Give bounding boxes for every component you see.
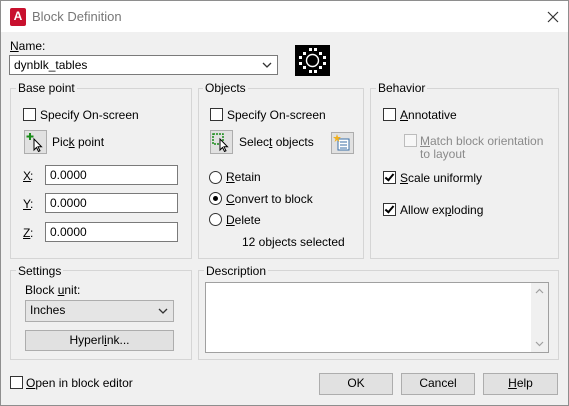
- name-label: Name:: [10, 39, 46, 53]
- match-orientation-label: Match block orientation: [420, 134, 544, 148]
- ok-button[interactable]: OK: [319, 373, 393, 395]
- block-definition-dialog: A Block Definition Name: dynblk_tables B…: [0, 0, 569, 406]
- block-unit-value: Inches: [30, 303, 66, 317]
- name-value: dynblk_tables: [14, 58, 88, 72]
- z-colon: :: [30, 226, 34, 240]
- chevron-down-icon: [262, 62, 272, 68]
- window-title: Block Definition: [32, 9, 122, 24]
- description-scrollbar[interactable]: [531, 283, 548, 352]
- base-point-specify-onscreen-checkbox[interactable]: [23, 108, 36, 121]
- x-colon: :: [30, 169, 34, 183]
- scroll-up-icon: [535, 288, 544, 294]
- autocad-app-icon: A: [10, 8, 26, 26]
- retain-label: Retain: [226, 170, 261, 184]
- objects-selected-count: 12 objects selected: [242, 235, 345, 249]
- description-textarea[interactable]: [205, 282, 549, 353]
- open-in-block-editor-label: Open in block editor: [26, 376, 133, 390]
- title-bar: A Block Definition: [1, 1, 568, 32]
- select-objects-label: Select objects: [239, 135, 314, 149]
- annotative-checkbox[interactable]: [383, 108, 396, 121]
- cancel-button[interactable]: Cancel: [401, 373, 475, 395]
- allow-exploding-label: Allow exploding: [400, 203, 484, 217]
- quick-select-button[interactable]: [331, 132, 354, 154]
- block-unit-dropdown[interactable]: Inches: [25, 300, 174, 322]
- y-input[interactable]: 0.0000: [45, 193, 178, 213]
- z-input[interactable]: 0.0000: [45, 222, 178, 242]
- delete-label: Delete: [226, 213, 261, 227]
- quick-select-icon: [333, 134, 350, 151]
- x-input[interactable]: 0.0000: [45, 165, 178, 185]
- close-button[interactable]: [541, 7, 565, 27]
- annotative-label: Annotative: [400, 108, 457, 122]
- pick-point-button[interactable]: [24, 130, 47, 154]
- block-unit-label: Block unit:: [25, 283, 81, 297]
- match-orientation-label-line2: to layout: [420, 147, 466, 161]
- convert-to-block-label: Convert to block: [226, 192, 313, 206]
- settings-title: Settings: [16, 264, 64, 278]
- match-orientation-checkbox[interactable]: [404, 134, 417, 147]
- behavior-title: Behavior: [376, 81, 428, 95]
- scale-uniformly-label: Scale uniformly: [400, 171, 483, 185]
- scroll-down-icon: [535, 341, 544, 347]
- retain-radio[interactable]: [209, 171, 222, 184]
- base-point-specify-onscreen-label: Specify On-screen: [40, 108, 139, 122]
- hyperlink-button[interactable]: Hyperlink...: [25, 330, 174, 351]
- objects-specify-onscreen-label: Specify On-screen: [227, 108, 326, 122]
- delete-radio[interactable]: [209, 213, 222, 226]
- select-objects-icon: [212, 133, 229, 153]
- pick-point-label: Pick point: [52, 135, 105, 149]
- chevron-down-icon: [158, 308, 168, 314]
- name-combobox[interactable]: dynblk_tables: [9, 55, 278, 75]
- objects-specify-onscreen-checkbox[interactable]: [210, 108, 223, 121]
- convert-to-block-radio[interactable]: [209, 192, 222, 205]
- select-objects-button[interactable]: [210, 130, 233, 154]
- scale-uniformly-checkbox[interactable]: [383, 171, 396, 184]
- description-title: Description: [204, 264, 269, 278]
- base-point-title: Base point: [16, 81, 77, 95]
- open-in-block-editor-checkbox[interactable]: [10, 376, 23, 389]
- objects-title: Objects: [203, 81, 248, 95]
- close-icon: [547, 11, 559, 23]
- help-button[interactable]: Help: [483, 373, 558, 395]
- pick-point-icon: [26, 133, 43, 153]
- block-preview-icon: [299, 48, 326, 73]
- y-colon: :: [30, 197, 34, 211]
- allow-exploding-checkbox[interactable]: [383, 203, 396, 216]
- block-preview: [295, 45, 330, 76]
